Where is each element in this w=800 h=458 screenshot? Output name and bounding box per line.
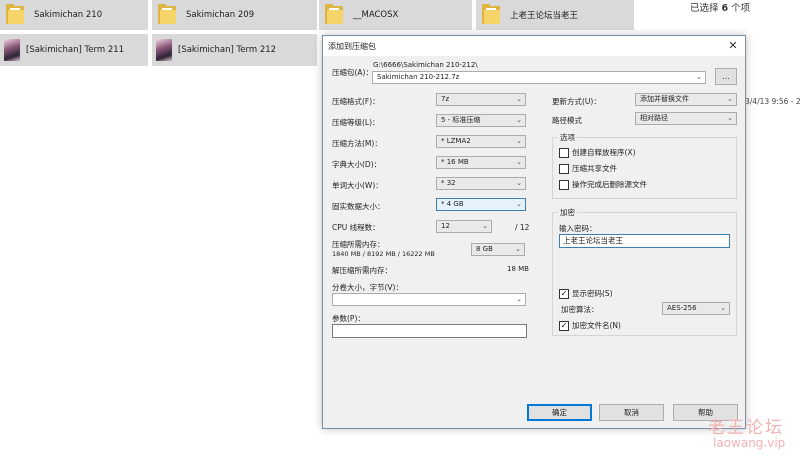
watermark-url: laowang.vip [713, 436, 786, 450]
compress-memory-detail: 1840 MB / 8192 MB / 16222 MB [332, 250, 435, 258]
compress-shared-checkbox[interactable]: 压缩共享文件 [559, 163, 617, 174]
close-icon[interactable]: ✕ [725, 38, 741, 54]
chevron-down-icon: ⌄ [516, 158, 522, 166]
cpu-threads-max: / 12 [515, 223, 530, 232]
watermark-title: 老王论坛 [708, 418, 784, 438]
chevron-down-icon: ⌄ [516, 200, 522, 208]
archive-name-combobox[interactable]: Sakimichan 210-212.7z ⌄ [372, 71, 706, 84]
modified-date: 3/4/13 9:56 - 20 [745, 97, 800, 106]
dict-size-label: 字典大小(D)： [332, 160, 382, 169]
chevron-down-icon: ⌄ [482, 222, 488, 230]
method-label: 压缩方法(M)： [332, 139, 382, 148]
folder-item[interactable]: __MACOSX [319, 0, 472, 30]
archive-path: G:\6666\Sakimichan 210-212\ [373, 61, 478, 69]
path-mode-label: 路径模式 [552, 116, 582, 125]
chevron-down-icon: ⌄ [515, 245, 521, 253]
folder-name: Sakimichan 209 [186, 10, 255, 20]
chevron-down-icon: ⌄ [727, 114, 733, 122]
chevron-down-icon: ⌄ [516, 116, 522, 124]
folder-thumbnail-icon [4, 39, 20, 61]
params-label: 参数(P)： [332, 314, 365, 323]
encryption-group: 加密 输入密码： 上老王论坛当老王 ✓ 显示密码(S) 加密算法： AES-256… [552, 207, 737, 336]
method-select[interactable]: * LZMA2 ⌄ [436, 135, 526, 148]
folder-icon [6, 4, 26, 26]
folder-name: [Sakimichan] Term 211 [26, 45, 125, 55]
cancel-button[interactable]: 取消 [599, 404, 664, 421]
show-password-checkbox[interactable]: ✓ 显示密码(S) [559, 288, 613, 299]
password-label: 输入密码： [559, 224, 597, 233]
params-input[interactable] [332, 324, 527, 338]
folder-item[interactable]: [Sakimichan] Term 211 [0, 34, 148, 66]
browse-button[interactable]: ... [715, 68, 737, 85]
chevron-down-icon: ⌄ [516, 295, 522, 303]
add-to-archive-dialog: 添加到压缩包 ✕ 压缩包(A)： G:\6666\Sakimichan 210-… [322, 35, 746, 429]
encryption-method-label: 加密算法： [561, 305, 599, 314]
encryption-group-title: 加密 [558, 207, 577, 218]
chevron-down-icon: ⌄ [727, 95, 733, 103]
volume-size-label: 分卷大小，字节(V)： [332, 283, 403, 292]
update-mode-label: 更新方式(U)： [552, 97, 601, 106]
encrypt-filenames-checkbox[interactable]: ✓ 加密文件名(N) [559, 320, 621, 331]
create-sfx-checkbox[interactable]: 创建自释放程序(X) [559, 147, 636, 158]
volume-size-combobox[interactable]: ⌄ [332, 293, 526, 306]
folder-name: 上老王论坛当老王 [510, 11, 579, 21]
folder-icon [482, 4, 502, 26]
folder-icon [325, 4, 345, 26]
folder-name: Sakimichan 210 [34, 10, 103, 20]
password-input[interactable]: 上老王论坛当老王 [559, 234, 730, 248]
folder-item[interactable]: Sakimichan 210 [0, 0, 148, 30]
chevron-down-icon: ⌄ [516, 137, 522, 145]
chevron-down-icon: ⌄ [720, 304, 726, 312]
chevron-down-icon: ⌄ [516, 179, 522, 187]
folder-name: __MACOSX [353, 10, 399, 20]
archive-label: 压缩包(A)： [332, 68, 373, 77]
cpu-threads-select[interactable]: 12 ⌄ [436, 220, 492, 233]
dict-size-select[interactable]: * 16 MB ⌄ [436, 156, 526, 169]
memory-usage-select[interactable]: 8 GB ⌄ [471, 243, 525, 256]
folder-item[interactable]: 上老王论坛当老王 [476, 0, 634, 30]
update-mode-select[interactable]: 添加并替换文件 ⌄ [635, 93, 737, 106]
chevron-down-icon: ⌄ [516, 95, 522, 103]
decompress-memory-value: 18 MB [507, 265, 529, 273]
checkbox-icon [559, 147, 569, 158]
dialog-title: 添加到压缩包 [328, 42, 376, 51]
cpu-threads-label: CPU 线程数： [332, 223, 380, 232]
path-mode-select[interactable]: 相对路径 ⌄ [635, 112, 737, 125]
folder-item[interactable]: Sakimichan 209 [152, 0, 317, 30]
checkbox-icon [559, 179, 569, 190]
options-group: 选项 创建自释放程序(X) 压缩共享文件 操作完成后删除源文件 [552, 132, 737, 199]
delete-after-checkbox[interactable]: 操作完成后删除源文件 [559, 179, 647, 190]
format-label: 压缩格式(F)： [332, 97, 380, 106]
solid-size-select[interactable]: * 4 GB ⌄ [436, 198, 526, 211]
ok-button[interactable]: 确定 [527, 404, 592, 421]
encryption-method-select[interactable]: AES-256 ⌄ [662, 302, 730, 315]
folder-icon [158, 4, 178, 26]
solid-size-label: 固实数据大小： [332, 202, 385, 211]
checkbox-icon [559, 163, 569, 174]
selection-status: 已选择 6 个项 [690, 3, 751, 14]
checkmark-icon: ✓ [559, 288, 569, 299]
folder-name: [Sakimichan] Term 212 [178, 45, 277, 55]
checkmark-icon: ✓ [559, 320, 569, 331]
level-select[interactable]: 5 - 标准压缩 ⌄ [436, 114, 526, 127]
options-group-title: 选项 [558, 132, 577, 143]
folder-item[interactable]: [Sakimichan] Term 212 [152, 34, 317, 66]
decompress-memory-label: 解压缩所需内存： [332, 266, 392, 275]
word-size-label: 单词大小(W)： [332, 181, 383, 190]
folder-thumbnail-icon [156, 39, 172, 61]
word-size-select[interactable]: * 32 ⌄ [436, 177, 526, 190]
dialog-titlebar: 添加到压缩包 ✕ [323, 36, 745, 56]
level-label: 压缩等级(L)： [332, 118, 380, 127]
compress-memory-label: 压缩所需内存： [332, 240, 385, 249]
format-select[interactable]: 7z ⌄ [436, 93, 526, 106]
chevron-down-icon: ⌄ [696, 73, 702, 81]
